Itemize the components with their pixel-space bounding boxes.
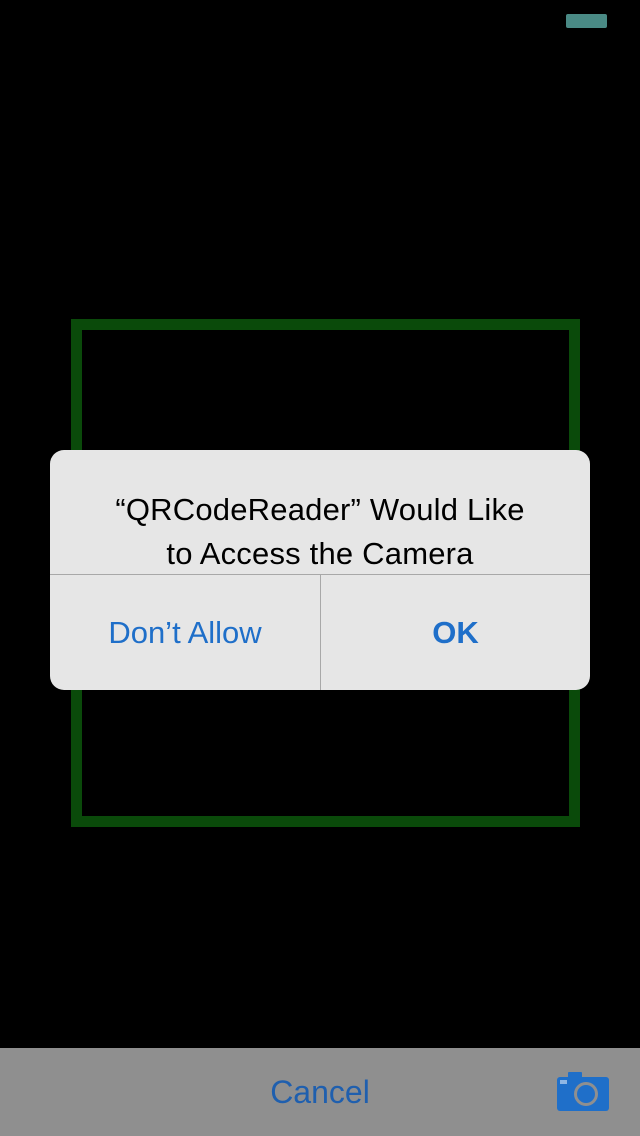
alert-title-line-1: “QRCodeReader” Would Like [115,492,525,527]
camera-icon-graphic [557,1072,609,1111]
permission-alert: “QRCodeReader” Would Like to Access the … [50,450,590,690]
ok-button[interactable]: OK [321,575,590,690]
camera-icon[interactable] [556,1070,610,1112]
alert-title: “QRCodeReader” Would Like to Access the … [50,488,590,576]
dont-allow-button[interactable]: Don’t Allow [50,575,320,690]
battery-icon [566,14,607,28]
cancel-button[interactable]: Cancel [220,1048,420,1136]
alert-title-line-2: to Access the Camera [166,536,474,571]
bottom-toolbar: Cancel [0,1048,640,1136]
camera-scanner-screen: “QRCodeReader” Would Like to Access the … [0,0,640,1136]
